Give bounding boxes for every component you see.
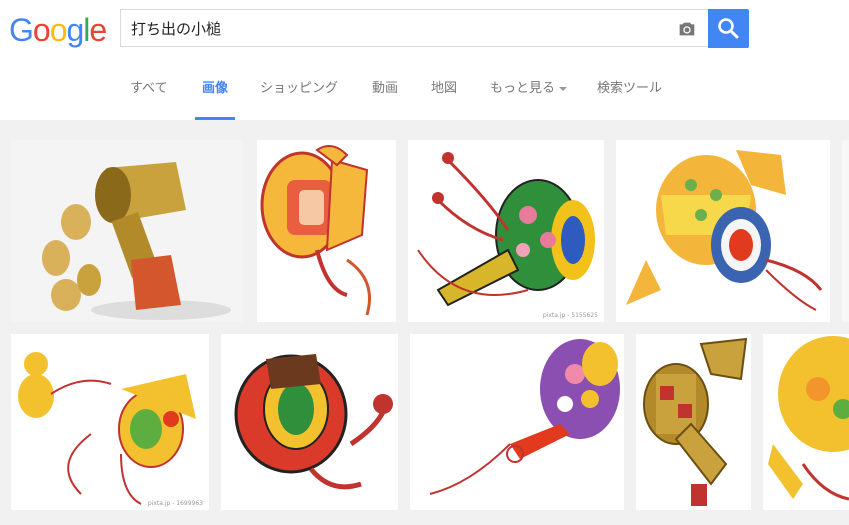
tab-more-label: もっと見る [490, 81, 556, 96]
google-logo[interactable]: Google [9, 12, 107, 48]
search-tabs: すべて 画像 ショッピング 動画 地図 もっと見る 検索ツール [0, 60, 849, 121]
camera-icon[interactable] [676, 18, 698, 40]
tab-search-tools[interactable]: 検索ツール [597, 60, 662, 118]
chevron-down-icon [559, 86, 568, 91]
image-result[interactable] [221, 334, 398, 510]
watermark-text: pixta.jp - 5155625 [542, 312, 598, 319]
tab-shopping[interactable]: ショッピング [260, 60, 338, 118]
image-result[interactable] [257, 140, 396, 322]
header: Google 打ち出の小槌 [0, 0, 849, 60]
logo-letter: G [9, 12, 34, 48]
logo-letter: o [49, 12, 68, 48]
search-icon [718, 18, 739, 39]
watermark-text: pixta.jp - 1699963 [147, 500, 203, 507]
logo-letter: e [89, 12, 107, 48]
image-result[interactable] [763, 334, 849, 510]
logo-letter: g [66, 12, 84, 48]
image-result[interactable] [410, 334, 624, 510]
logo-letter: o [32, 12, 51, 48]
image-result[interactable] [636, 334, 751, 510]
tab-all[interactable]: すべて [130, 60, 168, 118]
tab-images[interactable]: 画像 [195, 60, 236, 120]
image-result[interactable]: pixta.jp - 5155625 [408, 140, 604, 322]
image-result[interactable] [616, 140, 830, 322]
search-input[interactable]: 打ち出の小槌 [120, 9, 708, 47]
tab-maps[interactable]: 地図 [431, 60, 457, 118]
image-results-grid: pixta.jp - 5155625 pixta.jp - 1699963 [0, 120, 849, 525]
results-divider [11, 520, 849, 525]
search-button[interactable] [708, 9, 749, 48]
image-result[interactable]: pixta.jp - 1699963 [11, 334, 209, 510]
image-result[interactable] [11, 140, 243, 322]
image-result[interactable] [842, 140, 849, 322]
search-query-text[interactable]: 打ち出の小槌 [131, 10, 221, 48]
tab-more[interactable]: もっと見る [490, 60, 568, 118]
tab-videos[interactable]: 動画 [372, 60, 398, 118]
